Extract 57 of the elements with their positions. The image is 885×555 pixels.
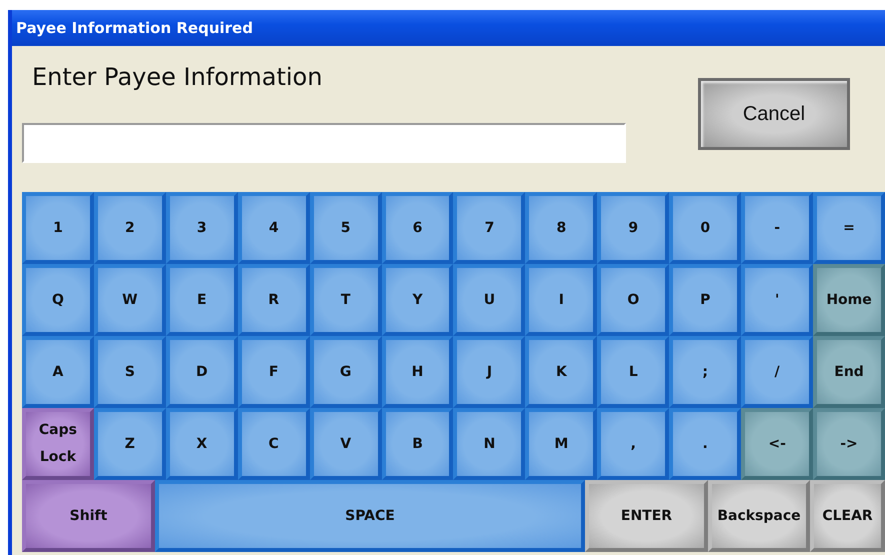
- key[interactable]: 9: [597, 192, 670, 264]
- key[interactable]: -: [741, 192, 814, 264]
- key[interactable]: K: [525, 336, 598, 408]
- key[interactable]: E: [166, 264, 238, 336]
- key[interactable]: D: [166, 336, 238, 408]
- key[interactable]: Z: [94, 408, 166, 480]
- key[interactable]: Y: [382, 264, 454, 336]
- window-title: Payee Information Required: [16, 19, 253, 37]
- function-key[interactable]: Caps Lock: [22, 408, 94, 480]
- key[interactable]: W: [94, 264, 166, 336]
- key[interactable]: B: [382, 408, 454, 480]
- key[interactable]: I: [525, 264, 598, 336]
- key[interactable]: V: [310, 408, 382, 480]
- key[interactable]: /: [741, 336, 814, 408]
- key[interactable]: S: [94, 336, 166, 408]
- key[interactable]: M: [525, 408, 598, 480]
- function-key[interactable]: End: [813, 336, 885, 408]
- key[interactable]: G: [310, 336, 382, 408]
- key[interactable]: ;: [669, 336, 742, 408]
- key[interactable]: A: [22, 336, 94, 408]
- key[interactable]: =: [813, 192, 885, 264]
- key[interactable]: 7: [453, 192, 526, 264]
- key[interactable]: Q: [22, 264, 94, 336]
- key[interactable]: 6: [382, 192, 454, 264]
- key[interactable]: .: [669, 408, 742, 480]
- heading: Enter Payee Information: [32, 63, 324, 93]
- function-key[interactable]: Backspace: [708, 480, 810, 552]
- key[interactable]: U: [453, 264, 526, 336]
- key[interactable]: 1: [22, 192, 94, 264]
- function-key[interactable]: ->: [813, 408, 885, 480]
- cancel-button[interactable]: Cancel: [698, 78, 850, 150]
- key[interactable]: 5: [310, 192, 382, 264]
- key[interactable]: T: [310, 264, 382, 336]
- key[interactable]: P: [669, 264, 742, 336]
- key[interactable]: N: [453, 408, 526, 480]
- function-key[interactable]: Home: [813, 264, 885, 336]
- key[interactable]: O: [597, 264, 670, 336]
- key[interactable]: 8: [525, 192, 598, 264]
- key[interactable]: L: [597, 336, 670, 408]
- key[interactable]: 2: [94, 192, 166, 264]
- key[interactable]: C: [238, 408, 310, 480]
- payee-input-field[interactable]: [22, 123, 626, 163]
- function-key[interactable]: ENTER: [585, 480, 708, 552]
- key[interactable]: 3: [166, 192, 238, 264]
- key[interactable]: R: [238, 264, 310, 336]
- function-key[interactable]: <-: [741, 408, 814, 480]
- function-key[interactable]: CLEAR: [810, 480, 885, 552]
- key[interactable]: 0: [669, 192, 742, 264]
- key[interactable]: 4: [238, 192, 310, 264]
- key[interactable]: H: [382, 336, 454, 408]
- key[interactable]: ': [741, 264, 814, 336]
- function-key[interactable]: Shift: [22, 480, 155, 552]
- key[interactable]: J: [453, 336, 526, 408]
- key[interactable]: SPACE: [155, 480, 585, 552]
- key[interactable]: F: [238, 336, 310, 408]
- key[interactable]: ,: [597, 408, 670, 480]
- key[interactable]: X: [166, 408, 238, 480]
